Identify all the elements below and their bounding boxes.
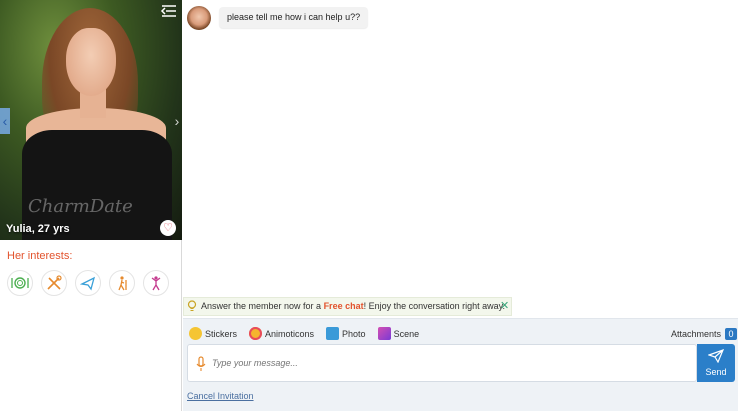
tip-highlight: Free chat — [323, 301, 364, 311]
magic-wand-icon — [377, 327, 391, 340]
composer-toolbar: Stickers Animoticons Photo Scene — [189, 327, 419, 340]
microphone-icon[interactable] — [196, 356, 206, 372]
profile-age: , 27 yrs — [31, 223, 70, 235]
profile-photo[interactable]: CharmDate ‹ › Yulia, 27 yrs ♡ — [0, 0, 182, 240]
prev-photo-button[interactable]: ‹ — [0, 108, 10, 134]
animoticons-label: Animoticons — [265, 328, 315, 339]
hiking-icon[interactable] — [109, 270, 135, 296]
stickers-label: Stickers — [205, 328, 238, 339]
member-avatar — [187, 6, 211, 30]
photo-watermark: CharmDate — [28, 196, 133, 217]
next-photo-button[interactable]: › — [172, 108, 182, 134]
cancel-invitation-link[interactable]: Cancel Invitation — [187, 391, 254, 401]
smiley-icon — [189, 327, 202, 340]
dancing-icon[interactable] — [143, 270, 169, 296]
photo-label: Photo — [342, 328, 366, 339]
send-label: Send — [705, 367, 727, 377]
tip-text-after: ! Enjoy the conversation right away. — [363, 301, 506, 311]
chat-area: please tell me how i can help u?? Answer… — [183, 0, 738, 411]
profile-name-text: Yulia — [6, 223, 32, 235]
chat-message: please tell me how i can help u?? — [219, 7, 369, 28]
collapse-menu-icon[interactable] — [160, 2, 178, 20]
free-chat-tip: Answer the member now for a Free chat! E… — [183, 297, 512, 316]
cooking-icon[interactable] — [41, 270, 67, 296]
profile-panel: CharmDate ‹ › Yulia, 27 yrs ♡ Her intere… — [0, 0, 182, 411]
scene-label: Scene — [393, 328, 420, 339]
attachments[interactable]: Attachments 0 — [671, 328, 738, 340]
animoticons-button[interactable]: Animoticons — [249, 327, 314, 340]
chat-window: CharmDate ‹ › Yulia, 27 yrs ♡ Her intere… — [0, 0, 738, 411]
message-composer: Stickers Animoticons Photo Scene Attachm… — [183, 318, 738, 411]
paper-plane-icon — [708, 349, 724, 363]
heart-eyes-icon — [249, 327, 263, 340]
tip-text-before: Answer the member now for a — [201, 301, 324, 311]
profile-name: Yulia, 27 yrs — [6, 221, 70, 235]
message-input[interactable] — [212, 354, 682, 372]
image-icon — [326, 327, 340, 340]
interests-label: Her interests: — [7, 250, 73, 262]
attachments-count: 0 — [725, 328, 738, 340]
attachments-label: Attachments — [671, 329, 722, 339]
lightbulb-icon — [187, 300, 197, 312]
travel-icon[interactable] — [75, 270, 101, 296]
photo-face — [66, 28, 116, 96]
message-input-box — [187, 344, 697, 382]
stickers-button[interactable]: Stickers — [189, 327, 237, 340]
scene-button[interactable]: Scene — [377, 327, 420, 340]
dining-icon[interactable] — [7, 270, 33, 296]
photo-button[interactable]: Photo — [326, 327, 366, 340]
interests-list — [7, 270, 169, 296]
close-tip-icon[interactable]: ✕ — [500, 298, 509, 315]
send-button[interactable]: Send — [697, 344, 735, 382]
favorite-heart-icon[interactable]: ♡ — [160, 220, 176, 236]
